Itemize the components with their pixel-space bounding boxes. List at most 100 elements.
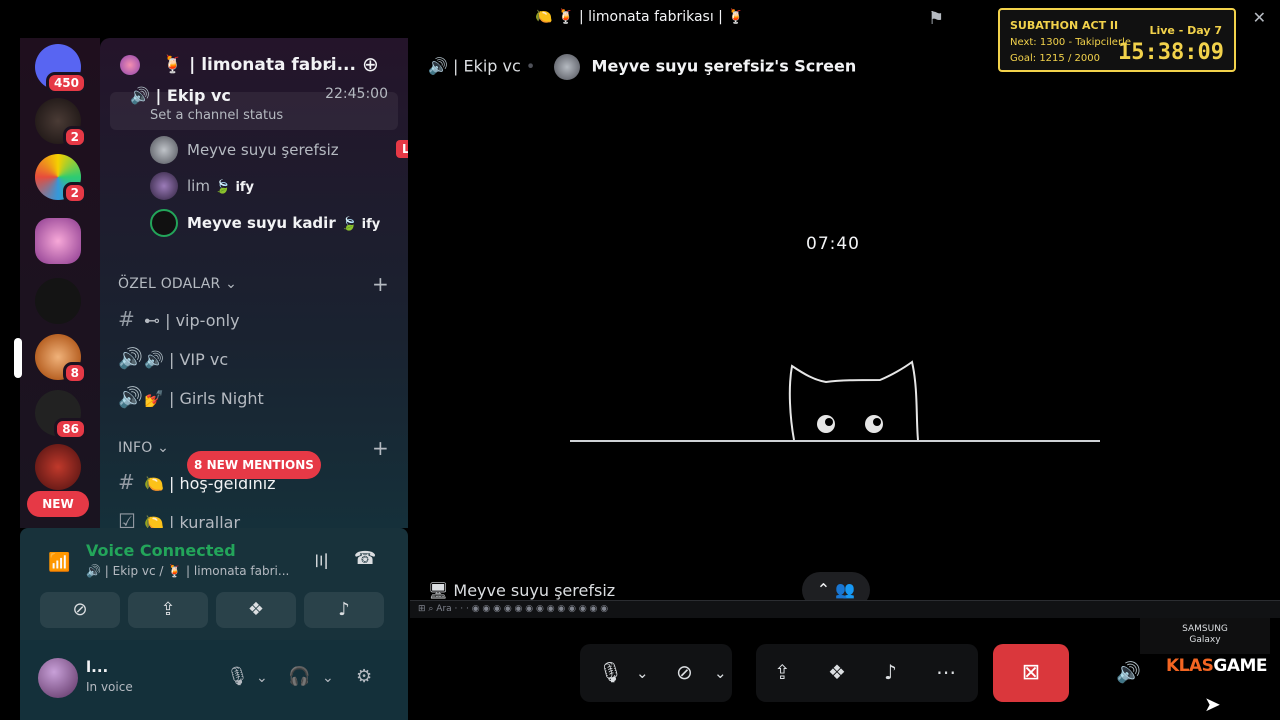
unread-badge: 86 bbox=[54, 418, 87, 440]
subathon-label: SUBATHON ACT II bbox=[1010, 19, 1119, 32]
activities-button[interactable]: ❖ bbox=[216, 592, 296, 628]
volume-icon[interactable]: 🔊 bbox=[1116, 660, 1141, 684]
microphone-icon[interactable]: 🎙 bbox=[226, 666, 249, 687]
username[interactable]: l... bbox=[86, 658, 108, 676]
voice-channel-name: 🔊 | Ekip vc bbox=[130, 86, 231, 105]
channel-label: 💅 | Girls Night bbox=[144, 389, 264, 408]
channel-girls-night[interactable]: 🔊💅 | Girls Night bbox=[118, 385, 264, 415]
voice-connected-title[interactable]: Voice Connected bbox=[86, 541, 236, 560]
chevron-down-icon: ⌄ bbox=[322, 54, 336, 73]
cat-illustration bbox=[788, 360, 919, 441]
soundboard-button[interactable]: ♪ bbox=[304, 592, 384, 628]
streamed-taskbar: ⊞ ⌕ Ara · · · ◉ ◉ ◉ ◉ ◉ ◉ ◉ ◉ ◉ ◉ ◉ ◉ ◉ bbox=[410, 600, 1280, 618]
avatar bbox=[150, 136, 178, 164]
channel-label: ⊷ | vip-only bbox=[144, 311, 240, 330]
avatar bbox=[150, 209, 178, 237]
unread-badge: 2 bbox=[62, 182, 87, 204]
text-channel-icon: # bbox=[118, 470, 135, 494]
folder-icon[interactable] bbox=[35, 278, 81, 324]
headphones-icon[interactable]: 🎧 bbox=[288, 666, 310, 687]
mic-camera-controls: 🎙 ⌄ ⊘ ⌄ bbox=[580, 644, 732, 702]
noise-suppression-icon[interactable]: 〣 bbox=[312, 548, 330, 574]
mouse-cursor: ➤ bbox=[1204, 692, 1221, 716]
voice-channel-icon: 🔊 bbox=[118, 346, 143, 370]
soundboard-icon[interactable]: ♪ bbox=[884, 660, 897, 684]
server-icon[interactable] bbox=[35, 444, 81, 490]
close-icon[interactable]: ✕ bbox=[1253, 8, 1266, 27]
voice-channel-label: 🔊 | Ekip vc bbox=[428, 56, 521, 76]
stream-header: 🔊 | Ekip vc • Meyve suyu şerefsiz's Scre… bbox=[428, 54, 856, 80]
chevron-down-icon[interactable]: ⌄ bbox=[714, 664, 727, 682]
invite-people-icon[interactable]: ⊕ bbox=[362, 52, 379, 76]
cat-floor-line bbox=[570, 440, 1100, 442]
member-name: Meyve suyu kadir 🍃 ify bbox=[187, 214, 381, 232]
channel-kurallar[interactable]: ☑ 🍋 | kurallar bbox=[118, 509, 240, 528]
category-info[interactable]: INFO ⌄ bbox=[118, 440, 169, 456]
stream-clock: 07:40 bbox=[806, 234, 860, 254]
server-boost-icon bbox=[120, 55, 140, 75]
chevron-down-icon[interactable]: ⌄ bbox=[256, 670, 268, 686]
subathon-day: Live - Day 7 bbox=[1149, 24, 1222, 37]
user-panel: l... In voice 🎙 ⌄ 🎧 ⌄ ⚙ bbox=[20, 640, 408, 720]
gear-icon[interactable]: ⚙ bbox=[356, 666, 372, 687]
disconnect-icon[interactable]: ☎ bbox=[354, 548, 376, 569]
server-icon[interactable] bbox=[35, 218, 81, 264]
voice-channel-timer: 22:45:00 bbox=[325, 86, 388, 102]
chevron-down-icon[interactable]: ⌄ bbox=[322, 670, 334, 686]
subathon-overlay: SUBATHON ACT II Live - Day 7 Next: 1300 … bbox=[998, 8, 1236, 72]
channel-status-button[interactable]: Set a channel status bbox=[150, 108, 283, 123]
streamer-name-tag: 🖥 Meyve suyu şerefsiz bbox=[428, 581, 616, 600]
voice-channel-icon: 🔊 bbox=[118, 385, 143, 409]
unread-badge: 8 bbox=[62, 362, 87, 384]
unread-badge: 450 bbox=[45, 72, 87, 94]
voice-connected-panel: 📶 Voice Connected 🔊 | Ekip vc / 🍹 | limo… bbox=[20, 528, 408, 640]
server-header[interactable]: 🍹 | limonata fabri... ⌄ ⊕ bbox=[100, 38, 408, 92]
unread-badge: 2 bbox=[62, 126, 87, 148]
channel-label: 🔊 | VIP vc bbox=[144, 350, 229, 369]
add-channel-icon[interactable]: + bbox=[372, 436, 389, 460]
avatar bbox=[150, 172, 178, 200]
channel-label: 🍋 | kurallar bbox=[144, 513, 241, 528]
camera-off-icon[interactable]: ⊘ bbox=[676, 660, 693, 684]
selected-pill bbox=[14, 338, 22, 378]
chevron-down-icon[interactable]: ⌄ bbox=[636, 664, 649, 682]
avatar bbox=[554, 54, 581, 80]
server-rail: 450 2 2 8 86 bbox=[14, 38, 100, 528]
rules-channel-icon: ☑ bbox=[118, 509, 136, 528]
member-name: Meyve suyu şerefsiz bbox=[187, 141, 339, 159]
more-options-icon[interactable]: ⋯ bbox=[936, 660, 956, 684]
live-badge: LIVE bbox=[396, 140, 408, 158]
stop-watching-button[interactable]: ⊠ bbox=[993, 644, 1069, 702]
discord-home-icon[interactable]: 450 bbox=[35, 44, 87, 94]
add-channel-icon[interactable]: + bbox=[372, 272, 389, 296]
text-channel-icon: # bbox=[118, 307, 135, 331]
subathon-goal: Goal: 1215 / 2000 bbox=[1010, 53, 1100, 64]
category-ozel-odalar[interactable]: ÖZEL ODALAR ⌄ bbox=[118, 276, 237, 292]
avatar[interactable] bbox=[38, 658, 78, 698]
member-name: lim 🍃 ify bbox=[187, 177, 255, 195]
samsung-watermark: SAMSUNG Galaxy bbox=[1140, 618, 1270, 654]
screen-title: Meyve suyu şerefsiz's Screen bbox=[591, 56, 857, 76]
voice-connected-subtitle[interactable]: 🔊 | Ekip vc / 🍹 | limonata fabri... bbox=[86, 564, 289, 578]
channel-vip-only[interactable]: # ⊷ | vip-only bbox=[118, 307, 240, 337]
camera-off-button[interactable]: ⊘ bbox=[40, 592, 120, 628]
server-icon[interactable]: 2 bbox=[35, 98, 87, 148]
channel-vip-vc[interactable]: 🔊🔊 | VIP vc bbox=[118, 346, 228, 376]
subathon-next: Next: 1300 - Takipcilerle bbox=[1010, 37, 1132, 48]
user-status: In voice bbox=[86, 680, 133, 694]
microphone-icon[interactable]: 🎙 bbox=[598, 660, 623, 684]
subathon-timer: 15:38:09 bbox=[1118, 40, 1224, 65]
activity-controls: ⇪ ❖ ♪ ⋯ bbox=[756, 644, 978, 702]
voice-channel-ekip[interactable]: 🔊 | Ekip vc 22:45:00 Set a channel statu… bbox=[110, 86, 398, 130]
server-icon[interactable]: 2 bbox=[35, 154, 87, 204]
signal-icon[interactable]: 📶 bbox=[48, 552, 70, 573]
klasgame-watermark: KLASGAME bbox=[1166, 656, 1268, 676]
new-unreads-button[interactable]: NEW bbox=[27, 491, 89, 517]
activities-icon[interactable]: ❖ bbox=[828, 660, 846, 684]
server-icon[interactable]: 8 bbox=[35, 334, 87, 384]
share-screen-button[interactable]: ⇪ bbox=[128, 592, 208, 628]
server-icon[interactable]: 86 bbox=[35, 390, 87, 440]
new-mentions-button[interactable]: 8 NEW MENTIONS bbox=[187, 451, 321, 479]
share-screen-icon[interactable]: ⇪ bbox=[774, 660, 791, 684]
flag-icon[interactable]: ⚑ bbox=[928, 8, 944, 29]
